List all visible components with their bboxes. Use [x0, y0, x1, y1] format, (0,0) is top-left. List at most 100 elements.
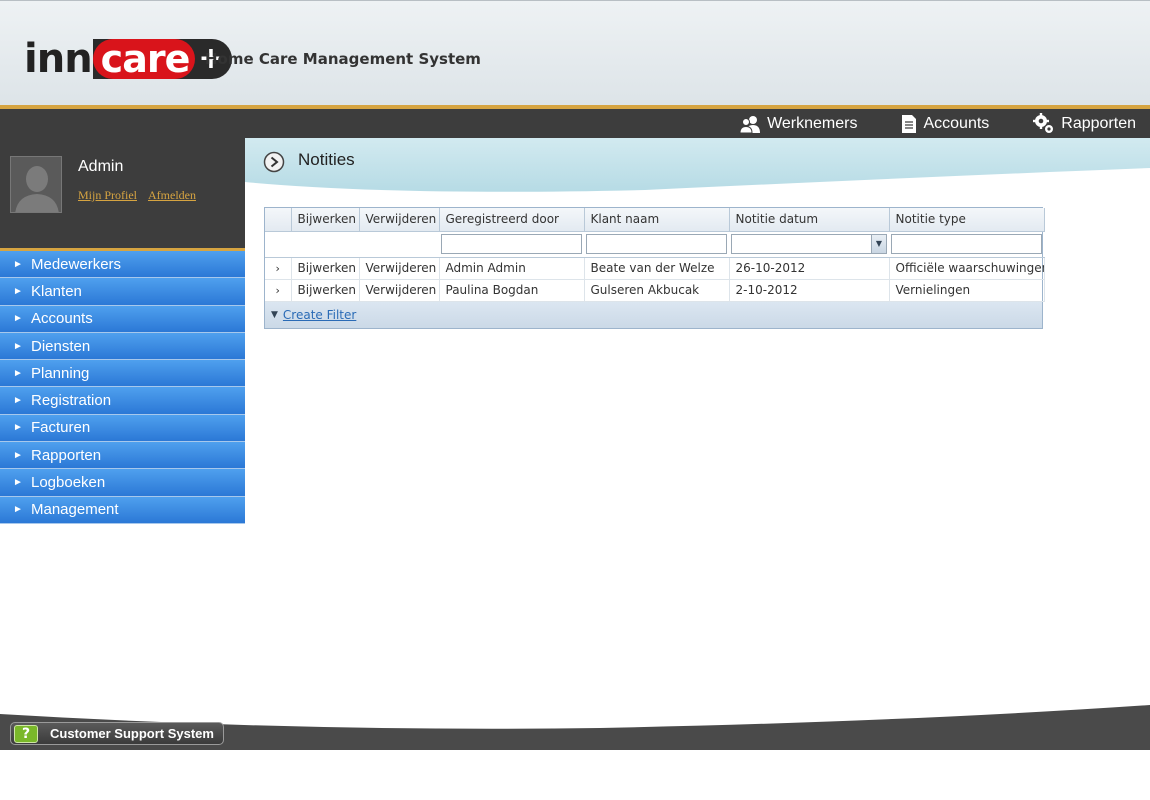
sidebar-item-label: Accounts — [31, 310, 93, 328]
customer-support-button[interactable]: ? Customer Support System — [10, 722, 224, 745]
app-title: Home Care Management System — [205, 50, 481, 68]
sidebar-item-label: Rapporten — [31, 446, 102, 464]
grid-footer: ▼ Create Filter — [265, 301, 1042, 328]
sidebar-item-diensten[interactable]: ► Diensten — [0, 332, 245, 361]
filter-geregistreerd-door-input[interactable] — [441, 234, 582, 254]
filter-cell — [291, 231, 359, 258]
edit-link[interactable]: Bijwerken — [291, 257, 360, 280]
user-panel: Admin Mijn Profiel Afmelden — [0, 138, 245, 248]
filter-cell: ▼ — [729, 231, 889, 258]
content-heading: Notities — [245, 138, 1150, 198]
filter-cell — [584, 231, 729, 258]
topnav-werknemers[interactable]: Werknemers — [739, 114, 857, 134]
sidebar-item-label: Registration — [31, 392, 112, 410]
sidebar-item-label: Planning — [31, 364, 90, 382]
column-header-expand — [265, 208, 292, 232]
topnav-label: Rapporten — [1061, 114, 1136, 132]
sidebar-item-label: Facturen — [31, 419, 91, 437]
sidebar-item-planning[interactable]: ► Planning — [0, 360, 245, 388]
logout-link[interactable]: Afmelden — [148, 188, 196, 203]
topnav-accounts[interactable]: Accounts — [901, 114, 989, 134]
filter-cell — [889, 231, 1044, 258]
triangle-right-icon: ► — [13, 395, 23, 407]
app-header: inn care + Home Care Management System — [0, 0, 1150, 105]
users-icon — [739, 114, 761, 134]
triangle-right-icon: ► — [13, 340, 23, 352]
triangle-right-icon: ► — [13, 477, 23, 489]
top-nav-bar: Werknemers Accounts Rapporten — [0, 109, 1150, 138]
triangle-right-icon: ► — [13, 449, 23, 461]
user-links: Mijn Profiel Afmelden — [78, 188, 196, 203]
edit-link[interactable]: Bijwerken — [291, 279, 360, 302]
sidebar-item-label: Management — [31, 501, 119, 519]
cell-note-type: Officiële waarschuwingen — [889, 257, 1045, 280]
sidebar-item-rapporten[interactable]: ► Rapporten — [0, 442, 245, 470]
cell-registered-by: Paulina Bogdan — [439, 279, 585, 302]
filter-klant-naam-input[interactable] — [586, 234, 727, 254]
sidebar-item-registration[interactable]: ► Registration — [0, 387, 245, 415]
triangle-right-icon: ► — [13, 285, 23, 297]
column-header-geregistreerd-door[interactable]: Geregistreerd door — [439, 208, 585, 232]
document-icon — [901, 114, 917, 134]
filter-notitie-datum-select[interactable]: ▼ — [731, 234, 887, 254]
logo-text-care: care — [92, 39, 196, 79]
sidebar-nav: ► Medewerkers ► Klanten ► Accounts ► Dienste… — [0, 251, 245, 524]
user-name: Admin — [78, 158, 124, 175]
filter-row: ▼ — [265, 231, 1044, 258]
column-header-notitie-datum[interactable]: Notitie datum — [729, 208, 890, 232]
sidebar-item-medewerkers[interactable]: ► Medewerkers — [0, 251, 245, 279]
gears-icon — [1033, 112, 1055, 135]
expand-row-icon[interactable]: › — [265, 257, 292, 280]
sidebar-item-label: Diensten — [31, 337, 91, 355]
cell-note-type: Vernielingen — [889, 279, 1045, 302]
column-header-notitie-type[interactable]: Notitie type — [889, 208, 1045, 232]
sidebar-item-label: Medewerkers — [31, 255, 122, 273]
circle-arrow-right-icon — [263, 151, 285, 177]
avatar — [10, 156, 62, 213]
expand-row-icon[interactable]: › — [265, 279, 292, 302]
notes-grid: Bijwerken Verwijderen Geregistreerd door… — [264, 207, 1045, 329]
triangle-right-icon: ► — [13, 422, 23, 434]
filter-cell — [439, 231, 584, 258]
sidebar-item-label: Klanten — [31, 282, 82, 300]
delete-link[interactable]: Verwijderen — [359, 279, 440, 302]
heading-wave-background — [245, 138, 1150, 192]
topnav-label: Accounts — [923, 114, 990, 132]
cell-registered-by: Admin Admin — [439, 257, 585, 280]
triangle-right-icon: ► — [13, 504, 23, 516]
sidebar-item-label: Logboeken — [31, 474, 106, 492]
sidebar-item-logboeken[interactable]: ► Logboeken — [0, 469, 245, 497]
table-row: › Bijwerken Verwijderen Paulina Bogdan G… — [265, 279, 1045, 302]
cell-client-name: Beate van der Welze — [584, 257, 730, 280]
column-header-verwijderen[interactable]: Verwijderen — [359, 208, 440, 232]
support-label: Customer Support System — [50, 726, 214, 741]
sidebar-item-management[interactable]: ► Management — [0, 496, 245, 524]
triangle-right-icon: ► — [13, 258, 23, 270]
topnav-rapporten[interactable]: Rapporten — [1033, 112, 1136, 135]
create-filter-link[interactable]: Create Filter — [283, 308, 356, 322]
column-header-bijwerken[interactable]: Bijwerken — [291, 208, 360, 232]
topnav-label: Werknemers — [767, 114, 858, 132]
column-header-klant-naam[interactable]: Klant naam — [584, 208, 730, 232]
innocare-logo[interactable]: inn care + — [24, 37, 232, 81]
help-question-icon: ? — [14, 724, 38, 743]
delete-link[interactable]: Verwijderen — [359, 257, 440, 280]
filter-notitie-type-input[interactable] — [891, 234, 1042, 254]
sidebar-item-klanten[interactable]: ► Klanten — [0, 278, 245, 306]
cell-note-date: 26-10-2012 — [729, 257, 890, 280]
profile-link[interactable]: Mijn Profiel — [78, 188, 137, 203]
filter-cell — [359, 231, 439, 258]
chevron-down-icon[interactable]: ▼ — [871, 235, 886, 253]
triangle-right-icon: ► — [13, 313, 23, 325]
cell-client-name: Gulseren Akbucak — [584, 279, 730, 302]
logo-text-inn: inn — [24, 36, 93, 82]
cell-note-date: 2-10-2012 — [729, 279, 890, 302]
table-row: › Bijwerken Verwijderen Admin Admin Beat… — [265, 257, 1045, 280]
funnel-icon: ▼ — [271, 309, 278, 320]
sidebar-item-facturen[interactable]: ► Facturen — [0, 414, 245, 443]
filter-cell — [265, 231, 291, 258]
sidebar-item-accounts[interactable]: ► Accounts — [0, 305, 245, 333]
triangle-right-icon: ► — [13, 367, 23, 379]
top-nav: Werknemers Accounts Rapporten — [739, 109, 1136, 138]
page-title: Notities — [298, 150, 355, 169]
